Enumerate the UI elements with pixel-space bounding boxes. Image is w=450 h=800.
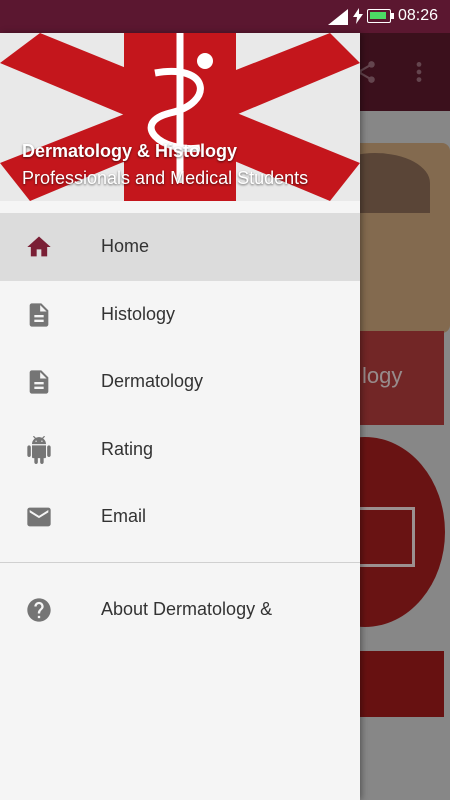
status-bar: 08:26 xyxy=(0,0,450,33)
drawer-item-histology[interactable]: Histology xyxy=(0,281,360,349)
drawer-subtitle: Professionals and Medical Students xyxy=(22,168,309,188)
charging-icon xyxy=(353,8,363,24)
signal-icon xyxy=(328,9,348,25)
email-icon xyxy=(27,507,51,527)
drawer-header: Dermatology & Histology Professionals an… xyxy=(0,33,360,201)
drawer-item-label: Dermatology xyxy=(101,371,204,391)
status-time: 08:26 xyxy=(397,7,438,24)
drawer-title: Dermatology & Histology xyxy=(22,141,238,161)
drawer-item-dermatology[interactable]: Dermatology xyxy=(0,348,360,416)
drawer-divider xyxy=(0,562,360,563)
drawer-item-email[interactable]: Email xyxy=(0,483,360,551)
battery-icon xyxy=(367,9,394,23)
drawer-item-label: Histology xyxy=(101,303,176,324)
drawer-item-rating[interactable]: Rating xyxy=(0,416,360,484)
home-icon xyxy=(27,236,51,257)
drawer-item-about[interactable]: About Dermatology & xyxy=(0,576,360,643)
android-icon xyxy=(27,435,51,464)
document-icon xyxy=(29,370,49,394)
drawer-menu: Home Histology Dermatology Rating Email xyxy=(0,213,360,551)
drawer-item-home[interactable]: Home xyxy=(0,213,360,281)
drawer-item-label: Rating xyxy=(101,438,154,459)
document-icon xyxy=(29,302,49,327)
drawer-item-label: About Dermatology & xyxy=(101,599,273,619)
drawer-item-label: Home xyxy=(101,236,150,256)
help-icon xyxy=(27,598,51,622)
navigation-drawer: Dermatology & Histology Professionals an… xyxy=(0,33,360,800)
drawer-item-label: Email xyxy=(101,506,147,526)
